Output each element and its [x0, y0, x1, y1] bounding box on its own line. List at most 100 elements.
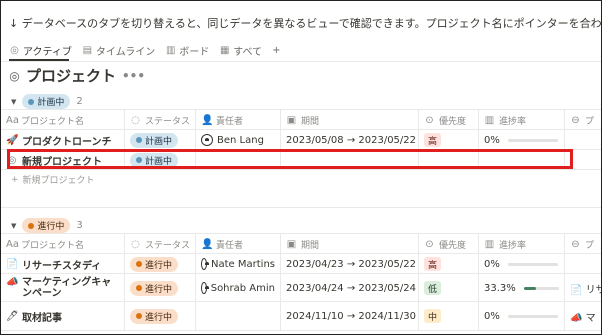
status-pill: 計画中 [130, 132, 179, 148]
status-pill: 進行中 [130, 280, 179, 296]
group-divider [1, 207, 601, 208]
status-pill: 計画中 [22, 94, 71, 109]
progress-bar [507, 138, 558, 142]
page-title-text: プロジェクト [26, 67, 117, 85]
period-value: 2024/11/10 → 2024/11/30 [286, 310, 417, 322]
col-priority[interactable]: ⊙ 優先度 [419, 110, 479, 130]
priority-tag: 低 [424, 281, 442, 295]
formula-icon: ▥ [484, 114, 495, 126]
project-name[interactable]: プロダクトローンチ [22, 133, 112, 148]
select-icon: ⊙ [425, 114, 434, 126]
tab-all[interactable]: ▦ すべて [219, 43, 262, 58]
group-count: 3 [76, 220, 83, 231]
progress-value: 0% [484, 134, 500, 146]
col-status[interactable]: ◌ ステータス [125, 110, 196, 130]
group-header-in-progress[interactable]: ▼ 進行中 3 [11, 218, 83, 233]
table-row[interactable]: 📄 リサーチスタディ 進行中 Nate Martins 2023/04/23 → … [1, 253, 601, 274]
tab-active[interactable]: ◎ アクティブ [9, 43, 72, 58]
tip-message: ↓ データベースのタブを切り替えると、同じデータを異なるビューで確認できます。プ… [9, 17, 602, 30]
col-period[interactable]: ▣ 期間 [281, 110, 419, 130]
tab-board[interactable]: ▥ ボード [165, 43, 209, 58]
project-name[interactable]: 取材記事 [22, 309, 62, 324]
target-icon: ◎ [10, 44, 19, 56]
tab-timeline[interactable]: ▤ タイムライン [82, 43, 156, 58]
status-pill: 進行中 [130, 308, 179, 324]
pen-icon: 🖊 [6, 310, 19, 322]
calendar-icon: ▣ [286, 238, 297, 250]
table-row[interactable]: 🖊 取材記事 進行中 2024/11/10 → 2024/11/30 中 0% 📣… [1, 301, 601, 331]
group-count: 2 [76, 96, 83, 107]
period-value: 2023/04/24 → 2023/05/24 [286, 282, 417, 294]
tab-label: ボード [179, 46, 210, 58]
timeline-icon: ▤ [82, 44, 93, 56]
col-period[interactable]: ▣ 期間 [281, 234, 419, 254]
relation-icon: ⊖ [571, 114, 580, 126]
priority-tag: 中 [424, 309, 442, 323]
megaphone-icon: 📣 [6, 277, 19, 288]
priority-tag: 高 [424, 133, 442, 147]
table-icon: ▦ [219, 44, 230, 56]
col-owner[interactable]: 👤 責任者 [196, 110, 281, 130]
status-pill: 進行中 [22, 218, 71, 233]
rocket-icon: 🚀 [6, 134, 19, 146]
col-priority[interactable]: ⊙ 優先度 [419, 234, 479, 254]
avatar [201, 134, 213, 146]
document-icon: 📄 [6, 258, 19, 270]
progress-value: 0% [484, 258, 500, 270]
owner-name: Sohrab Amin [210, 282, 275, 294]
progress-bar [507, 262, 558, 266]
group-header-planning[interactable]: ▼ 計画中 2 [11, 94, 83, 109]
col-owner[interactable]: 👤 責任者 [196, 234, 281, 254]
table-row[interactable]: 📣 マーケティングキャンペーン 進行中 Sohrab Amin 2023/04/2… [1, 273, 601, 302]
owner-name: Nate Martins [211, 258, 275, 270]
progress-value: 0% [484, 310, 500, 322]
col-name[interactable]: Aa プロジェクト名 [1, 110, 125, 130]
period-value: 2023/04/23 → 2023/05/22 [286, 258, 417, 270]
page-title: ◎ プロジェクト ••• [9, 65, 145, 86]
col-progress[interactable]: ▥ 進捗率 [479, 234, 565, 254]
table-row[interactable]: 🚀 プロダクトローンチ 計画中 Ben Lang 2023/05/08 → 202… [1, 129, 601, 150]
status-pill: 進行中 [130, 256, 179, 272]
view-tabs: ◎ アクティブ ▤ タイムライン ▥ ボード ▦ すべて + [9, 41, 280, 59]
project-name[interactable]: リサーチスタディ [22, 257, 101, 272]
priority-tag: 高 [424, 257, 442, 271]
tab-label: アクティブ [23, 46, 72, 58]
new-row-button[interactable]: + 新規プロジェクト [11, 173, 95, 187]
status-icon: ◌ [131, 114, 140, 126]
table-header: Aa プロジェクト名 ◌ ステータス 👤 責任者 ▣ 期間 ⊙ 優先度 ▥ 進捗率 ⊖ プ [1, 233, 601, 254]
board-icon: ▥ [165, 44, 176, 56]
new-row-label: 新規プロジェクト [22, 176, 95, 186]
tab-label: すべて [233, 46, 263, 58]
col-extra[interactable]: ⊖ プ [565, 110, 601, 130]
tab-label: タイムライン [95, 46, 156, 58]
col-name[interactable]: Aa プロジェクト名 [1, 234, 125, 254]
avatar [201, 258, 210, 270]
divider [1, 169, 601, 170]
col-extra[interactable]: ⊖ プ [565, 234, 601, 254]
add-view-button[interactable]: + [272, 45, 280, 56]
relation-value[interactable]: 📄 リサ [570, 281, 601, 296]
progress-bar [523, 286, 559, 290]
progress-value: 33.3% [484, 282, 516, 294]
divider [1, 61, 601, 62]
select-icon: ⊙ [425, 238, 434, 250]
col-status[interactable]: ◌ ステータス [125, 234, 196, 254]
progress-bar [507, 314, 558, 318]
text-icon: Aa [6, 114, 19, 126]
status-icon: ◌ [131, 238, 140, 250]
target-icon: ◎ [9, 68, 20, 83]
owner-name: Ben Lang [217, 134, 264, 146]
col-progress[interactable]: ▥ 進捗率 [479, 110, 565, 130]
person-icon: 👤 [201, 114, 214, 126]
more-options-button[interactable]: ••• [122, 69, 145, 83]
plus-icon: + [272, 44, 281, 56]
relation-icon: ⊖ [571, 238, 580, 250]
triangle-down-icon: ▼ [11, 221, 17, 230]
project-name[interactable]: マーケティングキャンペーン [22, 277, 119, 299]
person-icon: 👤 [201, 238, 214, 250]
period-value: 2023/05/08 → 2023/05/22 [286, 134, 417, 146]
relation-value[interactable]: 📣 マ [570, 309, 596, 324]
triangle-down-icon: ▼ [11, 97, 17, 106]
plus-icon: + [11, 174, 19, 185]
database-window: ↓ データベースのタブを切り替えると、同じデータを異なるビューで確認できます。プ… [0, 0, 602, 335]
